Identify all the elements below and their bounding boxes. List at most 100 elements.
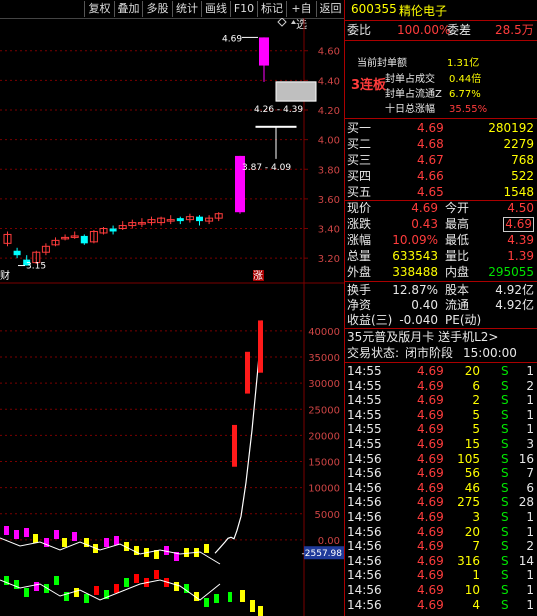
candle-body bbox=[109, 228, 117, 232]
indicator-bar bbox=[114, 536, 119, 545]
vol-tick-label: 0.00 bbox=[318, 536, 340, 547]
price-tick-label: 4.20 bbox=[318, 106, 340, 117]
tick-row: 14:56 4.69 3 S 1 bbox=[345, 510, 537, 524]
bid-volume: 1548 bbox=[503, 185, 534, 199]
quote-row: 总量 633543 量比 1.39 bbox=[345, 248, 537, 264]
tick-row: 14:56 4.69 105 S 16 bbox=[345, 452, 537, 466]
indicator-red-bar bbox=[258, 320, 263, 373]
tick-count: 1 bbox=[526, 597, 534, 612]
bid-label: 买四 bbox=[347, 169, 372, 183]
toolbar-button-8[interactable]: 返回 bbox=[316, 1, 344, 17]
tick-time: 14:55 bbox=[347, 393, 382, 408]
price-tick-label: 3.40 bbox=[318, 225, 340, 236]
tick-time: 14:55 bbox=[347, 378, 382, 393]
toolbar-button-5[interactable]: F10 bbox=[230, 1, 257, 17]
tick-time: 14:56 bbox=[347, 583, 382, 597]
vol-tick-label: 10000 bbox=[308, 484, 340, 495]
tick-volume: 5 bbox=[472, 422, 480, 437]
diamond-icon[interactable] bbox=[277, 18, 287, 27]
tick-side: S bbox=[501, 539, 509, 554]
tick-count: 3 bbox=[526, 437, 534, 451]
quote-value-2: 4.50 bbox=[507, 201, 534, 215]
tick-row: 14:56 4.69 20 S 1 bbox=[345, 525, 537, 539]
marker-zhang: 涨 bbox=[253, 270, 263, 282]
tick-price: 4.69 bbox=[417, 407, 444, 422]
candle-body bbox=[196, 216, 203, 222]
vol-tick-label: 5000 bbox=[315, 510, 340, 521]
bid-price: 4.67 bbox=[417, 153, 444, 167]
annotation-range-1: 4.26 - 4.39 bbox=[254, 105, 303, 115]
promo-banner[interactable]: 35元普及版月卡 送手机L2> bbox=[345, 329, 537, 345]
toolbar-button-0[interactable]: 复权 bbox=[84, 1, 114, 17]
tick-price: 4.69 bbox=[417, 393, 444, 408]
limit-row-label: 十日总涨幅 bbox=[385, 104, 435, 115]
tick-volume: 20 bbox=[464, 524, 480, 539]
indicator-bar bbox=[94, 586, 99, 595]
indicator-bar bbox=[214, 594, 219, 603]
indicator-bar bbox=[184, 548, 189, 557]
limit-row-label: 封单占成交 bbox=[385, 74, 435, 85]
tick-time: 14:56 bbox=[347, 495, 382, 510]
tick-row: 14:56 4.69 56 S 7 bbox=[345, 466, 537, 480]
fund-label-2: 股本 bbox=[445, 283, 470, 297]
toolbar-button-4[interactable]: 画线 bbox=[201, 1, 230, 17]
quote-row: 现价 4.69 今开 4.50 bbox=[345, 200, 537, 216]
tick-side: S bbox=[501, 553, 509, 568]
tick-volume: 316 bbox=[457, 553, 480, 568]
tick-volume: 105 bbox=[457, 451, 480, 466]
tick-count: 6 bbox=[526, 480, 534, 495]
tick-time: 14:55 bbox=[347, 422, 382, 437]
price-tick-label: 3.80 bbox=[318, 165, 340, 176]
tick-price: 4.69 bbox=[417, 583, 444, 597]
toolbar-button-6[interactable]: 标记 bbox=[257, 1, 286, 17]
fund-value-2: 4.92亿 bbox=[495, 298, 534, 312]
stock-name: 精伦电子 bbox=[399, 4, 448, 18]
limit-row-label: 封单占流通Z bbox=[385, 89, 442, 100]
status-time: 15:00:00 bbox=[463, 346, 517, 360]
quote-row: 涨幅 10.09% 最低 4.39 bbox=[345, 232, 537, 248]
bid-price: 4.68 bbox=[417, 137, 444, 151]
tick-count: 1 bbox=[526, 583, 534, 597]
candle-body bbox=[275, 81, 317, 102]
arrow-up-icon[interactable] bbox=[291, 20, 296, 24]
toolbar-button-1[interactable]: 叠加 bbox=[114, 1, 142, 17]
quote-label-2: 量比 bbox=[445, 249, 470, 263]
tick-volume: 3 bbox=[472, 510, 480, 524]
tick-volume: 4 bbox=[472, 597, 480, 612]
tick-side: S bbox=[501, 495, 509, 510]
toolbar-button-7[interactable]: +自选 bbox=[286, 1, 316, 31]
tick-time: 14:56 bbox=[347, 451, 382, 466]
bid-label: 买一 bbox=[347, 121, 372, 135]
tick-count: 28 bbox=[518, 495, 534, 510]
fund-label: 收益(三) bbox=[347, 313, 393, 327]
tick-volume: 275 bbox=[457, 495, 480, 510]
indicator-bar bbox=[4, 526, 9, 535]
annotation-range-2: 3.87 - 4.09 bbox=[242, 163, 291, 173]
tick-volume: 7 bbox=[472, 539, 480, 554]
vol-tick-label: 15000 bbox=[308, 458, 340, 469]
indicator-line-main bbox=[214, 320, 263, 554]
tick-side: S bbox=[501, 480, 509, 495]
indicator-bar bbox=[154, 570, 159, 579]
tick-row: 14:56 4.69 1 S 1 bbox=[345, 568, 537, 582]
limit-row: 封单占流通Z 6.77% bbox=[345, 87, 537, 103]
quote-value: 633543 bbox=[392, 249, 438, 263]
quote-label: 涨跌 bbox=[347, 217, 372, 231]
toolbar-button-3[interactable]: 统计 bbox=[172, 1, 201, 17]
limit-row-value: 35.55% bbox=[449, 104, 488, 115]
indicator-bar bbox=[24, 528, 29, 537]
tick-price: 4.69 bbox=[417, 437, 444, 451]
tick-price: 4.69 bbox=[417, 553, 444, 568]
quote-value: 0.43 bbox=[411, 217, 438, 231]
toolbar-button-2[interactable]: 多股 bbox=[142, 1, 172, 17]
tick-volume: 56 bbox=[464, 466, 480, 481]
tick-count: 14 bbox=[518, 553, 534, 568]
tick-price: 4.69 bbox=[417, 480, 444, 495]
quote-label-2: 内盘 bbox=[445, 265, 470, 279]
indicator-bar bbox=[62, 538, 67, 547]
tick-time: 14:56 bbox=[347, 510, 382, 524]
tick-count: 1 bbox=[526, 422, 534, 437]
vol-tick-label: 20000 bbox=[308, 431, 340, 442]
tick-row: 14:56 4.69 4 S 1 bbox=[345, 598, 537, 612]
indicator-red-bar bbox=[245, 351, 250, 394]
